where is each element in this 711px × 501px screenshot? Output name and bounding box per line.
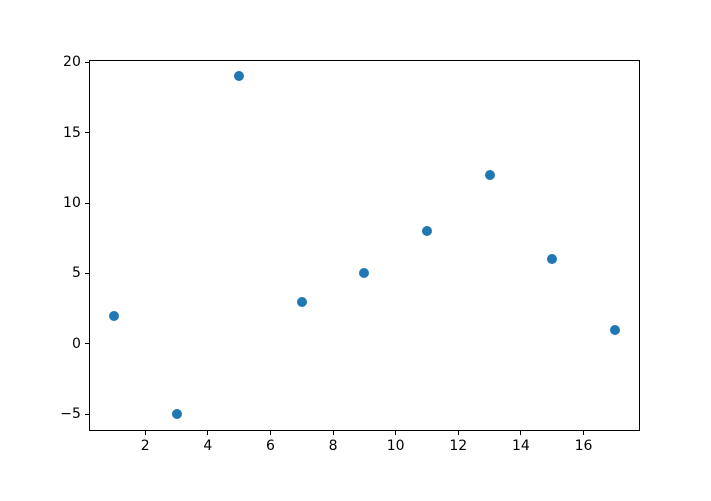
y-tick-label: 15: [63, 125, 81, 141]
data-point: [422, 226, 432, 236]
x-tick-mark: [395, 431, 396, 435]
x-tick-mark: [270, 431, 271, 435]
x-tick-label: 14: [512, 438, 530, 454]
y-tick-mark: [85, 414, 89, 415]
data-point: [172, 409, 182, 419]
y-tick-mark: [85, 62, 89, 63]
x-tick-label: 16: [575, 438, 593, 454]
data-point: [359, 268, 369, 278]
axes-frame: [89, 60, 640, 431]
data-point: [610, 325, 620, 335]
data-point: [547, 254, 557, 264]
x-tick-label: 12: [449, 438, 467, 454]
x-tick-mark: [458, 431, 459, 435]
x-tick-label: 8: [329, 438, 338, 454]
figure: 2 4 6 8 10 12 14 16 −5 0 5 10 15 20: [0, 0, 711, 501]
x-tick-mark: [583, 431, 584, 435]
y-tick-label: −5: [60, 406, 81, 422]
data-point: [297, 297, 307, 307]
x-tick-mark: [207, 431, 208, 435]
data-point: [485, 170, 495, 180]
y-tick-label: 0: [72, 336, 81, 352]
x-tick-mark: [520, 431, 521, 435]
y-tick-label: 5: [72, 265, 81, 281]
x-tick-label: 4: [203, 438, 212, 454]
data-point: [109, 311, 119, 321]
x-tick-mark: [145, 431, 146, 435]
y-tick-mark: [85, 203, 89, 204]
y-tick-label: 10: [63, 195, 81, 211]
x-tick-label: 2: [141, 438, 150, 454]
y-tick-mark: [85, 132, 89, 133]
data-point: [234, 71, 244, 81]
x-tick-label: 10: [387, 438, 405, 454]
x-tick-mark: [333, 431, 334, 435]
x-tick-label: 6: [266, 438, 275, 454]
y-tick-mark: [85, 343, 89, 344]
y-tick-label: 20: [63, 54, 81, 70]
y-tick-mark: [85, 273, 89, 274]
